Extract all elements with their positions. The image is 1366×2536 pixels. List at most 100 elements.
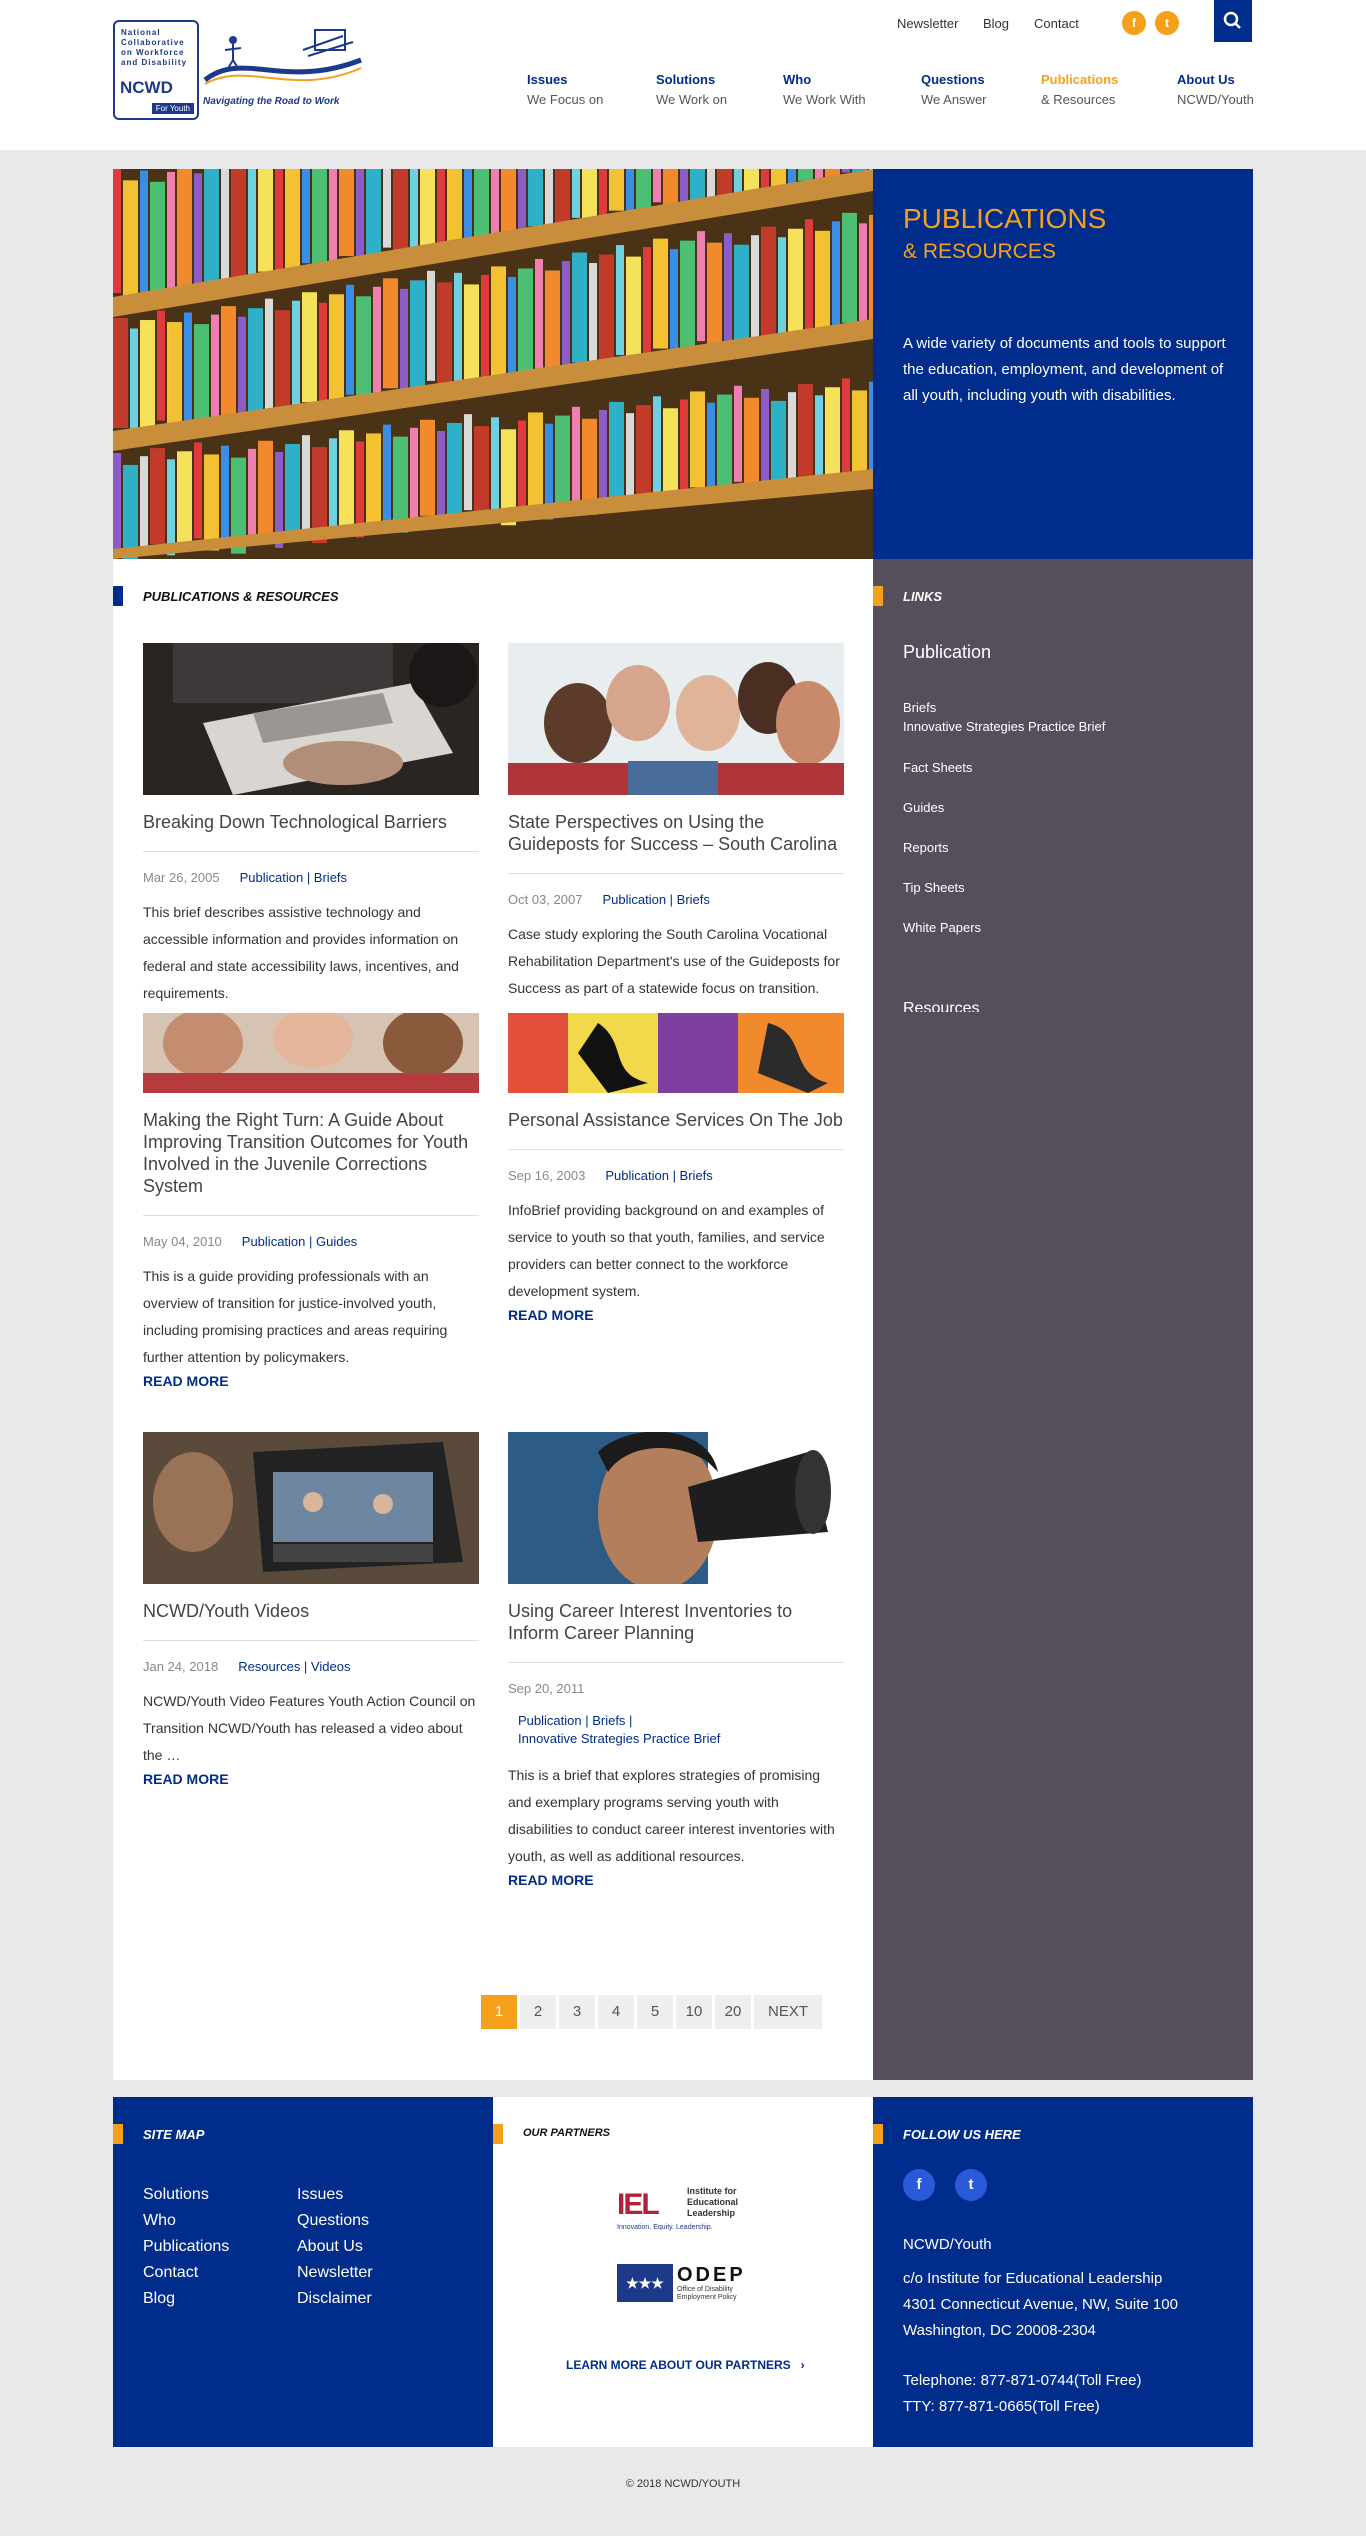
page-5-button[interactable]: 5: [637, 1995, 673, 2029]
footer-link-disclaimer[interactable]: Disclaimer: [297, 2290, 372, 2308]
card-title[interactable]: State Perspectives on Using the Guidepos…: [508, 811, 844, 855]
odep-flag-icon: ★★★: [617, 2264, 673, 2302]
sidebar-link-guides[interactable]: Guides: [903, 800, 944, 815]
card-title[interactable]: Using Career Interest Inventories to Inf…: [508, 1600, 844, 1644]
util-newsletter-link[interactable]: Newsletter: [897, 16, 958, 31]
nav-questions[interactable]: Questions We Answer: [921, 70, 987, 110]
card-divider: [508, 873, 844, 874]
card-tags[interactable]: Publication | Briefs: [602, 892, 709, 907]
nav-publications-sub: & Resources: [1041, 92, 1116, 107]
card-date: Jan 24, 2018: [143, 1659, 219, 1674]
util-contact-link[interactable]: Contact: [1034, 16, 1079, 31]
read-more-link[interactable]: READ MORE: [508, 1872, 594, 1888]
card-tags[interactable]: Publication | Guides: [242, 1234, 357, 1249]
read-more-link[interactable]: READ MORE: [508, 1307, 594, 1323]
sidebar-heading-resources[interactable]: Resources: [903, 1000, 979, 1012]
card-title[interactable]: Breaking Down Technological Barriers: [143, 811, 479, 833]
card-image-video[interactable]: [143, 1432, 479, 1584]
odep-logo-name: Office of Disability Employment Policy: [677, 2286, 737, 2301]
card-image-teens[interactable]: [143, 1013, 479, 1093]
youth-group-photo: [508, 643, 844, 795]
footer-twitter-icon[interactable]: t: [955, 2169, 987, 2201]
footer-link-solutions[interactable]: Solutions: [143, 2186, 209, 2204]
page-4-button[interactable]: 4: [598, 1995, 634, 2029]
util-blog-link[interactable]: Blog: [983, 16, 1009, 31]
sidebar-link-white-papers[interactable]: White Papers: [903, 920, 981, 935]
sidebar-link-tip-sheets[interactable]: Tip Sheets: [903, 880, 965, 895]
card-tags[interactable]: Publication | Briefs: [240, 870, 347, 885]
nav-questions-sub: We Answer: [921, 92, 987, 107]
sidebar-link-fact-sheets[interactable]: Fact Sheets: [903, 760, 972, 775]
card-image-braille[interactable]: [143, 643, 479, 795]
footer-address-3: Washington, DC 20008-2304: [903, 2322, 1096, 2339]
read-more-link[interactable]: READ MORE: [143, 1771, 229, 1787]
logo-ncwd-text: NCWD: [120, 78, 173, 97]
card-image-telescope[interactable]: [508, 1432, 844, 1584]
page-2-button[interactable]: 2: [520, 1995, 556, 2029]
card-divider: [143, 1215, 479, 1216]
twitter-icon[interactable]: t: [1155, 11, 1179, 35]
footer-link-blog[interactable]: Blog: [143, 2290, 175, 2308]
footer-address-1: c/o Institute for Educational Leadership: [903, 2270, 1163, 2287]
card-tags-block: Publication | Briefs | Innovative Strate…: [518, 1712, 844, 1748]
hero-subtitle: & RESOURCES: [903, 240, 1056, 263]
learn-more-partners-label: LEARN MORE ABOUT OUR PARTNERS: [566, 2358, 791, 2372]
nav-issues[interactable]: Issues We Focus on: [527, 70, 603, 110]
card-title[interactable]: NCWD/Youth Videos: [143, 1600, 479, 1622]
footer-facebook-icon[interactable]: f: [903, 2169, 935, 2201]
hero-description: A wide variety of documents and tools to…: [903, 335, 1226, 404]
page-3-button[interactable]: 3: [559, 1995, 595, 2029]
logo-for-youth: For Youth: [151, 103, 194, 114]
iel-partner-logo[interactable]: IEL Institute for Educational Leadership…: [617, 2180, 751, 2236]
nav-issues-sub: We Focus on: [527, 92, 604, 107]
iel-logo-abbr: IEL: [617, 2188, 660, 2221]
footer-link-contact[interactable]: Contact: [143, 2264, 198, 2282]
card-title[interactable]: Making the Right Turn: A Guide About Imp…: [143, 1109, 479, 1197]
nav-solutions[interactable]: Solutions We Work on: [656, 70, 727, 110]
page-20-button[interactable]: 20: [715, 1995, 751, 2029]
footer-link-questions[interactable]: Questions: [297, 2212, 369, 2230]
card-tags[interactable]: Resources | Videos: [238, 1659, 350, 1674]
card-description: This is a guide providing professionals …: [143, 1268, 448, 1365]
card-title[interactable]: Personal Assistance Services On The Job: [508, 1109, 844, 1131]
chevron-right-icon: ›: [800, 2358, 805, 2372]
nav-who[interactable]: Who We Work With: [783, 70, 866, 110]
sidebar-heading-publication[interactable]: Publication: [903, 642, 991, 663]
card-tags-extra[interactable]: Innovative Strategies Practice Brief: [518, 1730, 844, 1748]
nav-solutions-sub: We Work on: [656, 92, 728, 107]
page-1-button[interactable]: 1: [481, 1995, 517, 2029]
iel-logo-name: Institute for Educational Leadership: [687, 2186, 739, 2218]
publication-card: Personal Assistance Services On The Job …: [508, 1013, 844, 1325]
learn-more-partners-link[interactable]: LEARN MORE ABOUT OUR PARTNERS ›: [566, 2358, 805, 2372]
card-description: This is a brief that explores strategies…: [508, 1767, 835, 1864]
partners-marker: [493, 2124, 503, 2144]
footer-link-who[interactable]: Who: [143, 2212, 176, 2230]
footer-link-issues[interactable]: Issues: [297, 2186, 343, 2204]
page-10-button[interactable]: 10: [676, 1995, 712, 2029]
read-more-link[interactable]: READ MORE: [143, 1373, 229, 1389]
nav-questions-label: Questions: [921, 72, 985, 87]
teens-photo: [143, 1013, 479, 1093]
footer-link-publications[interactable]: Publications: [143, 2238, 229, 2256]
card-image-youth-group[interactable]: [508, 643, 844, 795]
video-studio-photo: [143, 1432, 479, 1584]
facebook-icon[interactable]: f: [1122, 11, 1146, 35]
card-tags[interactable]: Publication | Briefs |: [518, 1712, 844, 1730]
card-tags[interactable]: Publication | Briefs: [605, 1168, 712, 1183]
search-icon: [1223, 11, 1241, 29]
card-image-art[interactable]: [508, 1013, 844, 1093]
nav-about-us[interactable]: About Us NCWD/Youth: [1177, 70, 1254, 110]
search-button[interactable]: [1214, 0, 1252, 42]
ncwd-logo[interactable]: National Collaborative on Workforce and …: [113, 18, 363, 125]
iel-logo-tag: Innovation. Equity. Leadership.: [617, 2224, 713, 2231]
odep-partner-logo[interactable]: ★★★ ODEP Office of Disability Employment…: [617, 2262, 751, 2306]
site-header: National Collaborative on Workforce and …: [0, 0, 1366, 150]
sidebar-link-innovative-strategies[interactable]: Innovative Strategies Practice Brief: [903, 719, 1105, 734]
sidebar-link-briefs[interactable]: Briefs: [903, 700, 936, 715]
sidebar-link-reports[interactable]: Reports: [903, 840, 949, 855]
next-page-button[interactable]: NEXT: [754, 1995, 823, 2029]
nav-publications[interactable]: Publications & Resources: [1041, 70, 1118, 110]
card-meta: May 04, 2010 Publication | Guides: [143, 1234, 479, 1249]
footer-link-newsletter[interactable]: Newsletter: [297, 2264, 373, 2282]
footer-link-about-us[interactable]: About Us: [297, 2238, 363, 2256]
